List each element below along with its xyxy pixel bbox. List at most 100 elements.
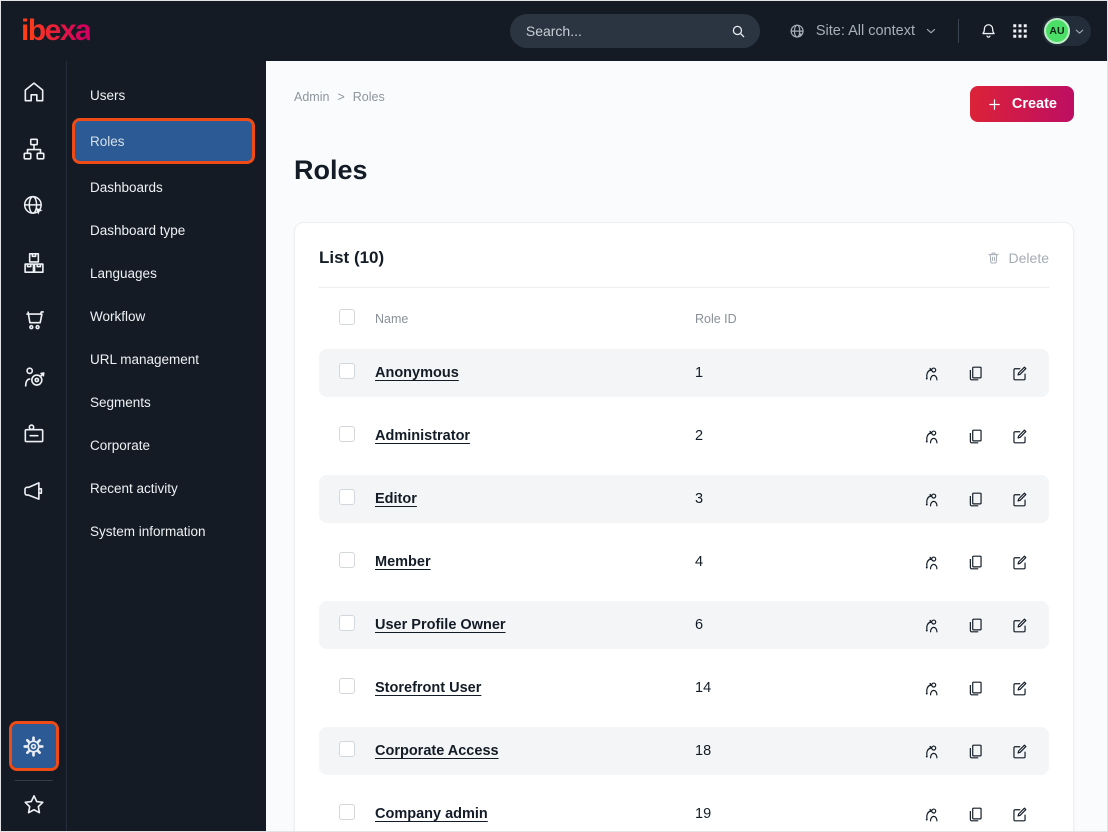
edit-button[interactable] [1010,742,1029,761]
edit-icon [1010,490,1029,509]
copy-button[interactable] [966,616,985,635]
table-row: User Profile Owner 6 [319,601,1049,649]
assign-to-users-button[interactable] [922,805,941,824]
sidebar-item-dashboards[interactable]: Dashboards [67,166,266,209]
sidebar-item-segments[interactable]: Segments [67,381,266,424]
notifications-button[interactable] [979,22,998,41]
ibexa-logo[interactable]: ibexa [21,16,92,46]
assign-user-icon [922,427,941,446]
product-catalog-icon[interactable] [21,250,47,276]
roles-table-body: Anonymous 1 Administrator 2 Editor 3 Mem… [319,349,1049,831]
assign-to-users-button[interactable] [922,679,941,698]
sidebar-item-recent-activity[interactable]: Recent activity [67,467,266,510]
roles-list-card: List (10) Delete Name Role ID Anonymous … [294,222,1074,831]
main-content: Admin > Roles Create Roles List (10) Del… [266,61,1107,831]
copy-button[interactable] [966,553,985,572]
breadcrumb-admin[interactable]: Admin [294,90,329,104]
edit-icon [1010,427,1029,446]
row-checkbox[interactable] [339,551,355,568]
copy-button[interactable] [966,427,985,446]
copy-button[interactable] [966,490,985,509]
copy-button[interactable] [966,805,985,824]
assign-to-users-button[interactable] [922,616,941,635]
edit-button[interactable] [1010,553,1029,572]
sidebar-item-users[interactable]: Users [67,74,266,117]
assign-to-users-button[interactable] [922,553,941,572]
edit-button[interactable] [1010,427,1029,446]
app-switcher-button[interactable] [1011,22,1029,40]
trash-icon [986,250,1001,266]
assign-to-users-button[interactable] [922,364,941,383]
personalization-icon[interactable] [21,364,47,390]
sidebar-item-system-information[interactable]: System information [67,510,266,553]
search-input[interactable] [525,23,730,39]
role-name-link[interactable]: Corporate Access [375,743,499,759]
sidebar-item-dashboard-type[interactable]: Dashboard type [67,209,266,252]
table-row: Corporate Access 18 [319,727,1049,775]
row-checkbox[interactable] [339,803,355,820]
sidebar-item-roles[interactable]: Roles [75,121,252,161]
content-tree-icon[interactable] [21,136,47,162]
copy-icon [966,364,985,383]
bell-icon [979,22,998,41]
role-name-link[interactable]: Company admin [375,806,488,822]
site-context-selector[interactable]: Site: All context [788,22,938,41]
copy-icon [966,490,985,509]
create-button[interactable]: Create [969,86,1074,122]
sidebar-item-url-management[interactable]: URL management [67,338,266,381]
commerce-icon[interactable] [21,307,47,333]
row-checkbox[interactable] [339,614,355,631]
role-name-link[interactable]: Storefront User [375,680,481,696]
search-icon[interactable] [730,23,747,40]
row-checkbox[interactable] [339,362,355,379]
copy-button[interactable] [966,679,985,698]
edit-button[interactable] [1010,805,1029,824]
assign-to-users-button[interactable] [922,490,941,509]
copy-icon [966,427,985,446]
marketing-icon[interactable] [21,478,47,504]
edit-button[interactable] [1010,679,1029,698]
select-all-checkbox[interactable] [339,309,355,325]
topbar: ibexa Site: All context [1,1,1107,61]
sidebar-item-workflow[interactable]: Workflow [67,295,266,338]
table-row: Anonymous 1 [319,349,1049,397]
copy-icon [966,553,985,572]
assign-user-icon [922,616,941,635]
assign-user-icon [922,805,941,824]
assign-to-users-button[interactable] [922,427,941,446]
row-checkbox[interactable] [339,677,355,694]
corporate-icon[interactable] [21,421,47,447]
role-name-link[interactable]: Member [375,554,431,570]
sidebar-item-languages[interactable]: Languages [67,252,266,295]
edit-icon [1010,553,1029,572]
sidebar-item-corporate[interactable]: Corporate [67,424,266,467]
row-checkbox[interactable] [339,488,355,505]
admin-button[interactable] [11,724,56,768]
bookmarks-icon[interactable] [21,792,47,818]
site-context-label: Site: All context [815,23,915,39]
delete-button[interactable]: Delete [986,250,1049,266]
assign-user-icon [922,553,941,572]
app-window: ibexa Site: All context [0,0,1108,832]
user-menu[interactable]: AU [1042,16,1091,46]
role-name-link[interactable]: Anonymous [375,365,459,381]
breadcrumb-roles[interactable]: Roles [353,90,385,104]
copy-icon [966,679,985,698]
copy-button[interactable] [966,364,985,383]
copy-button[interactable] [966,742,985,761]
edit-button[interactable] [1010,364,1029,383]
chevron-down-icon [924,24,938,38]
role-name-link[interactable]: Administrator [375,428,470,444]
edit-icon [1010,742,1029,761]
home-icon[interactable] [21,79,47,105]
edit-button[interactable] [1010,490,1029,509]
role-name-link[interactable]: Editor [375,491,417,507]
edit-button[interactable] [1010,616,1029,635]
assign-to-users-button[interactable] [922,742,941,761]
table-row: Editor 3 [319,475,1049,523]
role-name-link[interactable]: User Profile Owner [375,617,506,633]
globe-icon [788,22,807,41]
row-checkbox[interactable] [339,740,355,757]
site-icon[interactable] [21,193,47,219]
row-checkbox[interactable] [339,425,355,442]
